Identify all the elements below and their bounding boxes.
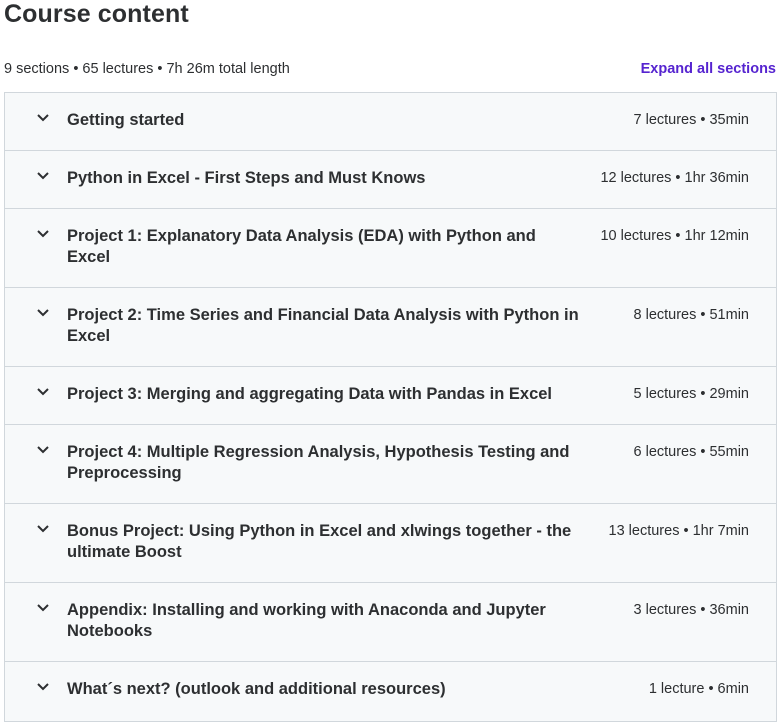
section-title: Project 2: Time Series and Financial Dat… — [67, 306, 579, 345]
chevron-down-icon — [32, 229, 54, 238]
chevron-down-icon — [32, 171, 54, 180]
section-title: Appendix: Installing and working with An… — [67, 601, 546, 640]
section-meta: 1 lecture • 6min — [648, 681, 749, 697]
sections-list: Getting started 7 lectures • 35min Pytho… — [4, 92, 777, 722]
section-title: Project 1: Explanatory Data Analysis (ED… — [67, 227, 536, 266]
section-title: Bonus Project: Using Python in Excel and… — [67, 522, 572, 561]
section-meta: 10 lectures • 1hr 12min — [600, 228, 749, 244]
section-title: What´s next? (outlook and additional res… — [67, 680, 446, 698]
expand-all-sections-button[interactable]: Expand all sections — [641, 61, 776, 77]
section-meta: 8 lectures • 51min — [633, 307, 750, 323]
section-title: Getting started — [67, 111, 185, 129]
section-title: Python in Excel - First Steps and Must K… — [67, 169, 426, 187]
chevron-down-icon — [32, 682, 54, 691]
section-meta: 6 lectures • 55min — [633, 444, 750, 460]
section-bonus-project[interactable]: Bonus Project: Using Python in Excel and… — [5, 504, 776, 583]
section-appendix[interactable]: Appendix: Installing and working with An… — [5, 583, 776, 662]
section-project-4[interactable]: Project 4: Multiple Regression Analysis,… — [5, 425, 776, 504]
section-title: Project 4: Multiple Regression Analysis,… — [67, 443, 570, 482]
chevron-down-icon — [32, 524, 54, 533]
chevron-down-icon — [32, 113, 54, 122]
section-getting-started[interactable]: Getting started 7 lectures • 35min — [5, 93, 776, 151]
page-title: Course content — [4, 0, 189, 28]
section-title: Project 3: Merging and aggregating Data … — [67, 385, 553, 403]
section-project-2[interactable]: Project 2: Time Series and Financial Dat… — [5, 288, 776, 367]
section-meta: 13 lectures • 1hr 7min — [608, 523, 749, 539]
course-summary: 9 sections • 65 lectures • 7h 26m total … — [4, 61, 290, 77]
chevron-down-icon — [32, 445, 54, 454]
section-meta: 7 lectures • 35min — [633, 112, 750, 128]
section-meta: 3 lectures • 36min — [633, 602, 750, 618]
chevron-down-icon — [32, 387, 54, 396]
section-meta: 5 lectures • 29min — [633, 386, 750, 402]
chevron-down-icon — [32, 308, 54, 317]
section-project-1[interactable]: Project 1: Explanatory Data Analysis (ED… — [5, 209, 776, 288]
section-first-steps[interactable]: Python in Excel - First Steps and Must K… — [5, 151, 776, 209]
section-meta: 12 lectures • 1hr 36min — [600, 170, 749, 186]
chevron-down-icon — [32, 603, 54, 612]
section-project-3[interactable]: Project 3: Merging and aggregating Data … — [5, 367, 776, 425]
section-whats-next[interactable]: What´s next? (outlook and additional res… — [5, 662, 776, 722]
